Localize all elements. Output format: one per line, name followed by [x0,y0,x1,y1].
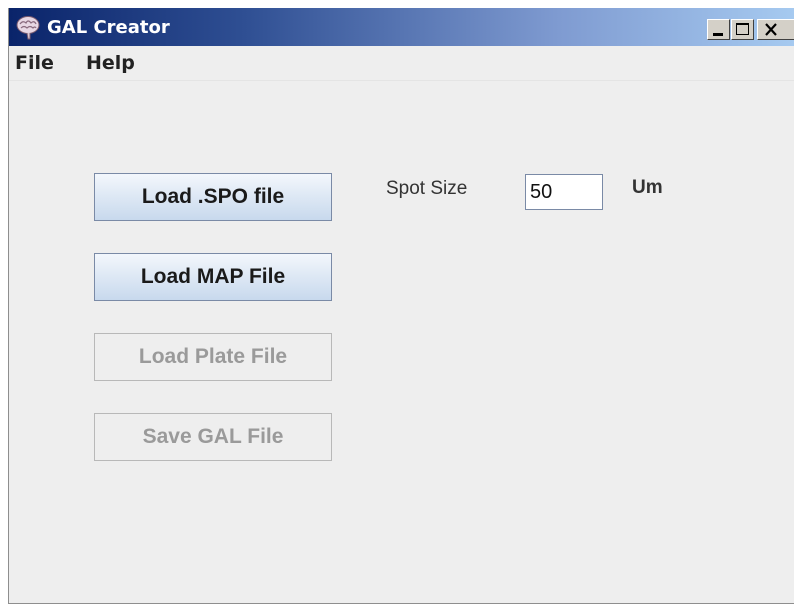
load-map-button[interactable]: Load MAP File [94,253,332,301]
maximize-icon [736,23,749,35]
minimize-button[interactable] [707,19,730,40]
close-icon [765,23,777,36]
app-window: GAL Creator File Help Load .SPO file Loa… [8,8,794,604]
save-gal-button: Save GAL File [94,413,332,461]
title-bar[interactable]: GAL Creator [9,8,794,46]
brain-icon [15,14,41,40]
maximize-button[interactable] [731,19,754,40]
spot-size-field[interactable] [525,174,603,210]
load-spo-button[interactable]: Load .SPO file [94,173,332,221]
menu-help[interactable]: Help [86,52,135,74]
window-title: GAL Creator [47,17,170,38]
spot-size-unit: Um [632,177,663,198]
menu-bar: File Help [9,46,794,81]
minimize-icon [713,33,723,36]
close-button[interactable] [757,19,794,40]
spot-size-input[interactable] [526,175,602,209]
load-plate-button: Load Plate File [94,333,332,381]
spot-size-label: Spot Size [386,178,468,199]
menu-file[interactable]: File [15,52,54,74]
